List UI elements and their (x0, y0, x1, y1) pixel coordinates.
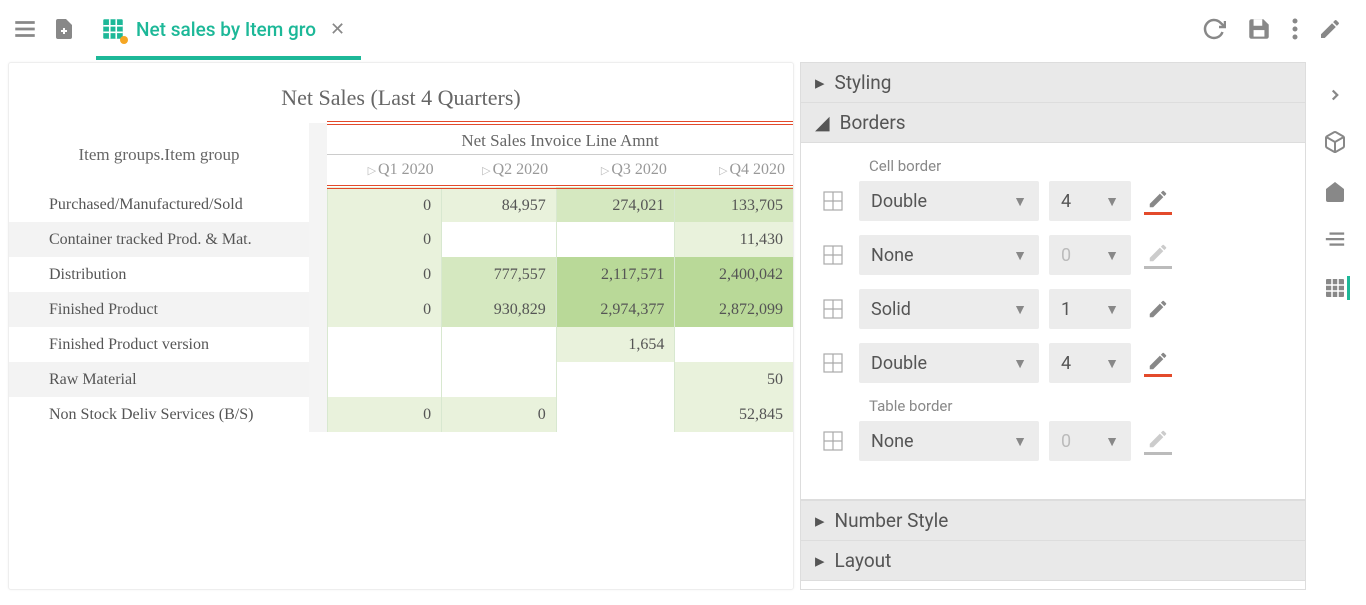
style-panel: ▸ Styling ◢ Borders Cell border Double▼4… (800, 62, 1306, 590)
quarter-header[interactable]: ▷Q3 2020 (556, 155, 675, 188)
borders-body: Cell border Double▼4▼None▼0▼Solid▼1▼Doub… (800, 143, 1306, 500)
grid-icon[interactable] (1320, 276, 1350, 300)
border-color-btn (1141, 428, 1175, 455)
col-group-label: Net Sales Invoice Line Amnt (327, 123, 793, 155)
caret-right-icon: ▸ (815, 549, 825, 572)
data-cell[interactable]: 1,654 (556, 327, 675, 362)
new-file-icon[interactable] (52, 15, 76, 43)
data-cell[interactable] (327, 327, 442, 362)
right-rail (1312, 62, 1358, 590)
data-cell[interactable]: 777,557 (442, 257, 557, 292)
row-axis-label: Item groups.Item group (9, 123, 309, 187)
data-cell[interactable]: 84,957 (442, 187, 557, 222)
close-tab-icon[interactable]: ✕ (326, 19, 349, 40)
data-cell[interactable]: 0 (327, 292, 442, 327)
caret-down-icon: ◢ (815, 111, 830, 134)
data-cell[interactable]: 52,845 (675, 397, 793, 432)
border-color-btn[interactable] (1141, 298, 1175, 320)
border-style-select[interactable]: None▼ (859, 421, 1039, 461)
accordion-number-style[interactable]: ▸ Number Style (800, 500, 1306, 541)
save-icon[interactable] (1246, 16, 1272, 42)
data-cell[interactable]: 0 (327, 222, 442, 257)
data-cell[interactable]: 274,021 (556, 187, 675, 222)
row-label[interactable]: Finished Product version (9, 327, 309, 362)
data-cell[interactable]: 50 (675, 362, 793, 397)
data-cell[interactable]: 2,117,571 (556, 257, 675, 292)
quarter-header[interactable]: ▷Q4 2020 (675, 155, 793, 188)
border-row: None▼0▼ (821, 235, 1285, 275)
border-size-select[interactable]: 4▼ (1049, 181, 1131, 221)
data-cell[interactable] (327, 362, 442, 397)
chevron-right-icon[interactable] (1326, 86, 1344, 104)
border-color-btn[interactable] (1141, 188, 1175, 215)
more-icon[interactable] (1292, 18, 1298, 40)
accordion-styling[interactable]: ▸ Styling (800, 62, 1306, 103)
border-style-select[interactable]: None▼ (859, 235, 1039, 275)
data-cell[interactable]: 11,430 (675, 222, 793, 257)
data-cell[interactable]: 2,400,042 (675, 257, 793, 292)
border-side-icon[interactable] (821, 351, 849, 375)
data-cell[interactable]: 930,829 (442, 292, 557, 327)
data-cell[interactable] (442, 222, 557, 257)
data-cell[interactable] (556, 397, 675, 432)
data-cell[interactable]: 2,974,377 (556, 292, 675, 327)
border-side-icon[interactable] (821, 243, 849, 267)
border-row: Double▼4▼ (821, 181, 1285, 221)
data-cell[interactable] (442, 362, 557, 397)
border-style-select[interactable]: Double▼ (859, 343, 1039, 383)
data-cell[interactable] (556, 222, 675, 257)
data-cell[interactable]: 0 (327, 397, 442, 432)
caret-right-icon: ▸ (815, 509, 825, 532)
row-label[interactable]: Container tracked Prod. & Mat. (9, 222, 309, 257)
data-cell[interactable]: 0 (327, 187, 442, 222)
border-size-select[interactable]: 4▼ (1049, 343, 1131, 383)
document-tab[interactable]: Net sales by Item gro ✕ (96, 2, 361, 60)
table-canvas: Net Sales (Last 4 Quarters) Item groups.… (8, 62, 794, 590)
quarter-header[interactable]: ▷Q2 2020 (442, 155, 557, 188)
row-label[interactable]: Raw Material (9, 362, 309, 397)
table-icon (100, 16, 126, 42)
data-cell[interactable] (442, 327, 557, 362)
border-side-icon[interactable] (821, 429, 849, 453)
row-label[interactable]: Distribution (9, 257, 309, 292)
row-label[interactable]: Purchased/Manufactured/Sold (9, 187, 309, 222)
border-style-select[interactable]: Double▼ (859, 181, 1039, 221)
accordion-layout[interactable]: ▸ Layout (800, 541, 1306, 581)
accordion-borders[interactable]: ◢ Borders (800, 103, 1306, 143)
data-cell[interactable]: 0 (327, 257, 442, 292)
border-color-btn (1141, 242, 1175, 269)
data-cell[interactable] (675, 327, 793, 362)
edit-icon[interactable] (1318, 17, 1342, 41)
border-side-icon[interactable] (821, 297, 849, 321)
border-row: None▼0▼ (821, 421, 1285, 461)
data-cell[interactable]: 0 (442, 397, 557, 432)
data-cell[interactable]: 2,872,099 (675, 292, 793, 327)
hamburger-icon[interactable] (12, 16, 38, 42)
border-size-select[interactable]: 1▼ (1049, 289, 1131, 329)
row-label[interactable]: Finished Product (9, 292, 309, 327)
border-size-select: 0▼ (1049, 235, 1131, 275)
paragraph-icon[interactable] (1324, 230, 1346, 250)
data-cell[interactable] (556, 362, 675, 397)
data-cell[interactable]: 133,705 (675, 187, 793, 222)
topbar: Net sales by Item gro ✕ (0, 0, 1366, 58)
table-title: Net Sales (Last 4 Quarters) (9, 63, 793, 121)
tab-title: Net sales by Item gro (136, 18, 316, 41)
home-icon[interactable] (1323, 180, 1347, 204)
border-style-select[interactable]: Solid▼ (859, 289, 1039, 329)
border-size-select: 0▼ (1049, 421, 1131, 461)
caret-right-icon: ▸ (815, 71, 825, 94)
cube-icon[interactable] (1323, 130, 1347, 154)
border-color-btn[interactable] (1141, 350, 1175, 377)
border-side-icon[interactable] (821, 189, 849, 213)
border-row: Solid▼1▼ (821, 289, 1285, 329)
border-row: Double▼4▼ (821, 343, 1285, 383)
quarter-header[interactable]: ▷Q1 2020 (327, 155, 442, 188)
row-label[interactable]: Non Stock Deliv Services (B/S) (9, 397, 309, 432)
refresh-icon[interactable] (1202, 17, 1226, 41)
